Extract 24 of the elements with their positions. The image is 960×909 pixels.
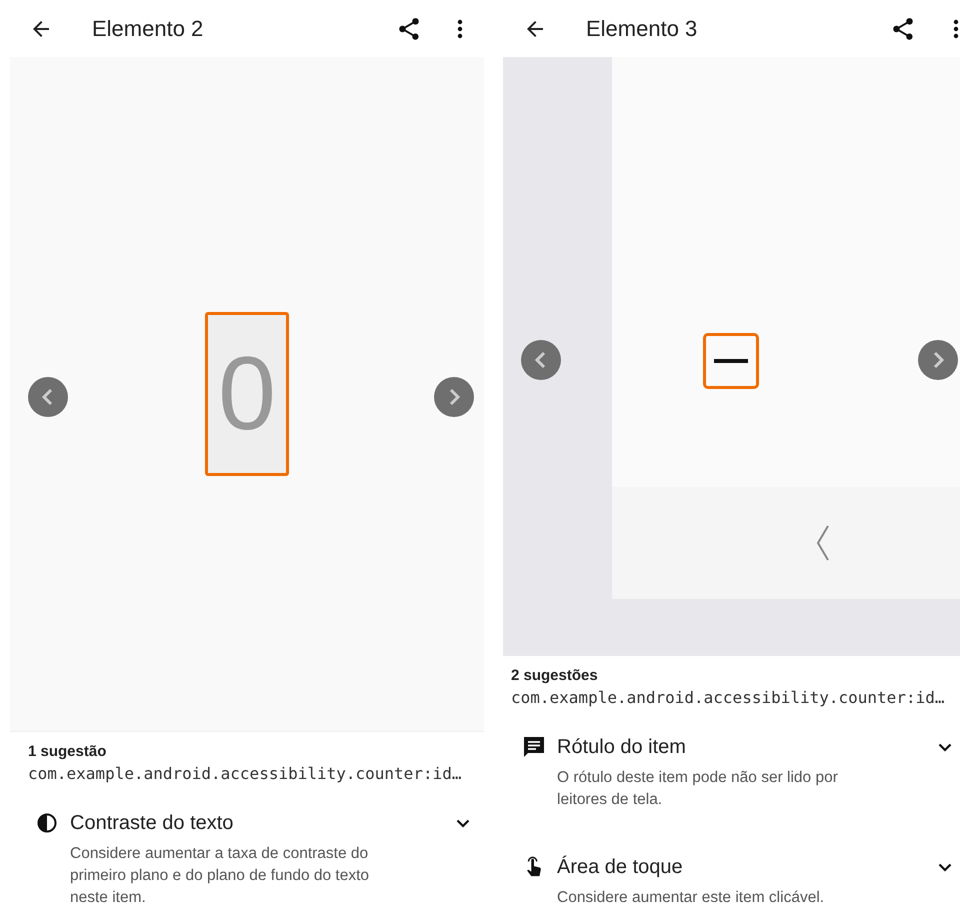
expand-icon[interactable] bbox=[456, 818, 470, 828]
suggestion-title[interactable]: Área de toque bbox=[557, 856, 683, 878]
suggestion-description: O rótulo deste item pode não ser lido por leitores de tela. bbox=[557, 768, 839, 810]
suggestion-count: 1 sugestão bbox=[28, 742, 108, 762]
suggestion-description: Considere aumentar a taxa de contraste do primeiro plano e do plano de fundo do texto neste item. bbox=[70, 844, 370, 908]
suggestion-title[interactable]: Rótulo do item bbox=[557, 736, 686, 758]
counter-value: 0 bbox=[218, 342, 276, 446]
contrast-icon bbox=[37, 813, 57, 833]
suggestion-title[interactable]: Contraste do texto bbox=[70, 812, 234, 834]
expand-icon[interactable] bbox=[938, 862, 952, 872]
element-id: com.example.android.accessibility.counter:id… bbox=[28, 763, 462, 785]
expand-icon[interactable] bbox=[938, 742, 952, 752]
next-icon[interactable] bbox=[434, 377, 474, 418]
previous-icon[interactable] bbox=[28, 377, 68, 418]
screen-title: Elemento 2 bbox=[92, 16, 204, 42]
screen-title: Elemento 3 bbox=[586, 16, 698, 42]
suggestion-description: Considere aumentar este item clicável. bbox=[557, 888, 826, 908]
minus-icon bbox=[714, 359, 748, 364]
element-id: com.example.android.accessibility.counter:id… bbox=[511, 687, 946, 709]
next-icon[interactable] bbox=[918, 340, 958, 380]
chevron-left-icon bbox=[816, 524, 830, 562]
previous-icon[interactable] bbox=[521, 340, 561, 380]
comment-icon bbox=[522, 735, 546, 759]
suggestion-count: 2 sugestões bbox=[511, 666, 599, 686]
